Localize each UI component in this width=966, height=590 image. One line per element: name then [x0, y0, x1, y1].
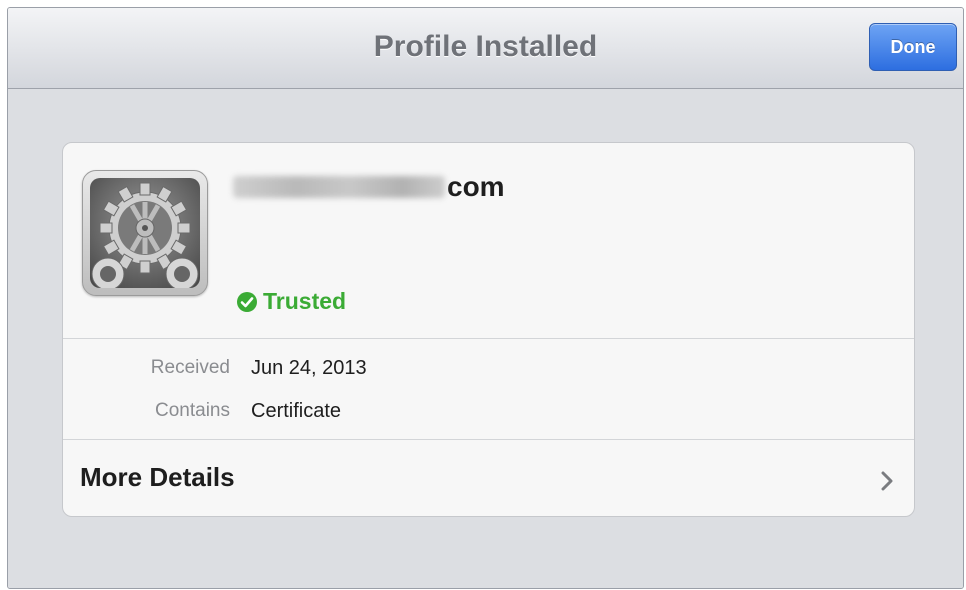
- received-value: Jun 24, 2013: [251, 357, 367, 379]
- more-details-row[interactable]: More Details: [63, 440, 914, 516]
- contains-value: Certificate: [251, 400, 342, 422]
- navigation-bar: Profile Installed Done: [8, 8, 963, 89]
- redacted-name: [233, 176, 445, 198]
- profile-installed-window: Profile Installed Done com Trusted Recei…: [7, 7, 964, 589]
- more-details-label: More Details: [80, 462, 235, 492]
- profile-details: Received Jun 24, 2013 Contains Certifica…: [63, 339, 914, 440]
- contains-label: Contains: [155, 400, 230, 421]
- profile-card: com Trusted Received Jun 24, 2013 Contai…: [62, 142, 915, 517]
- received-label: Received: [150, 357, 230, 378]
- page-title: Profile Installed: [373, 30, 598, 63]
- profile-name: com: [233, 169, 505, 205]
- profile-domain-suffix: com: [447, 171, 505, 202]
- settings-gear-icon: [82, 170, 208, 296]
- profile-header: com Trusted: [63, 143, 914, 339]
- trusted-label: Trusted: [263, 288, 347, 314]
- chevron-right-icon: [881, 471, 893, 491]
- checkmark-circle-icon: [237, 291, 257, 312]
- trusted-status: Trusted: [236, 288, 346, 315]
- done-button[interactable]: Done: [869, 23, 957, 71]
- detail-row-contains: Contains Certificate: [63, 396, 914, 426]
- content-area: com Trusted Received Jun 24, 2013 Contai…: [8, 89, 963, 588]
- detail-row-received: Received Jun 24, 2013: [63, 353, 914, 383]
